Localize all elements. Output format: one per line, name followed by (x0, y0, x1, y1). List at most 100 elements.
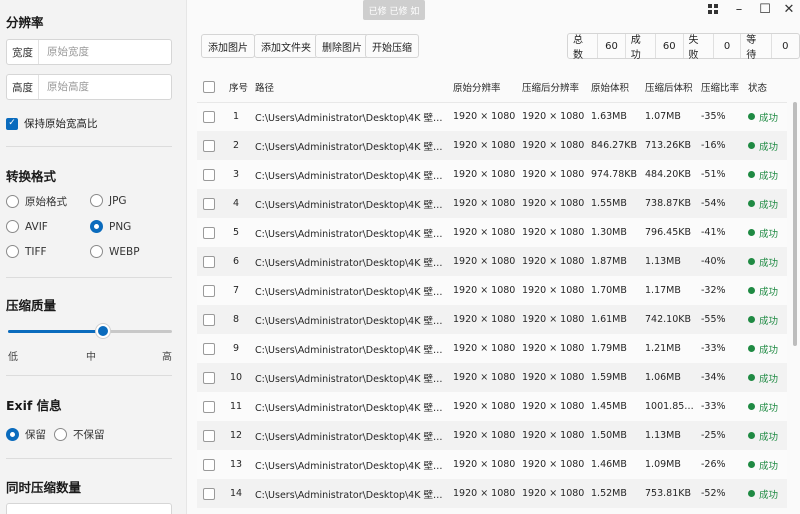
row-checkbox[interactable] (197, 160, 223, 189)
table-row[interactable]: 12C:\Users\Administrator\Desktop\4K 壁纸图片… (197, 421, 787, 450)
row-ratio: -33% (695, 392, 742, 421)
row-orig-res: 1920 × 1080 (447, 276, 516, 305)
header-status[interactable]: 状态 (742, 72, 787, 103)
row-checkbox[interactable] (197, 189, 223, 218)
exif-radio-discard[interactable]: 不保留 (54, 427, 105, 442)
quality-slider[interactable] (8, 324, 172, 338)
stat-total-label: 总数 (568, 34, 599, 61)
stat-total-value: 60 (598, 34, 626, 58)
quality-tick-mid: 中 (86, 352, 96, 363)
row-checkbox[interactable] (197, 305, 223, 334)
row-checkbox[interactable] (197, 102, 223, 131)
table-row[interactable]: 9C:\Users\Administrator\Desktop\4K 壁纸图片 … (197, 334, 787, 363)
grid-menu-icon[interactable] (701, 0, 725, 18)
row-ratio: -34% (695, 363, 742, 392)
row-path: C:\Users\Administrator\Desktop\4K 壁纸图片 1… (249, 363, 447, 392)
checkbox-icon (203, 429, 215, 442)
table-scrollbar[interactable] (793, 102, 797, 346)
row-checkbox[interactable] (197, 218, 223, 247)
row-checkbox[interactable] (197, 131, 223, 160)
status-text: 成功 (759, 489, 779, 501)
row-orig-size: 1.63MB (585, 102, 639, 131)
add-folder-button[interactable]: 添加文件夹 (254, 34, 318, 58)
close-icon[interactable]: ✕ (777, 0, 800, 18)
row-new-size: 1001.85KB (639, 392, 695, 421)
checkbox-icon (203, 80, 215, 93)
format-radio-png[interactable]: PNG (90, 220, 131, 233)
row-ratio: -55% (695, 305, 742, 334)
checkbox-icon (203, 400, 215, 413)
row-new-res: 1920 × 1080 (516, 218, 585, 247)
row-path: C:\Users\Administrator\Desktop\4K 壁纸图片 1… (249, 305, 447, 334)
header-orig-size[interactable]: 原始体积 (585, 72, 639, 103)
maximize-icon[interactable]: ☐ (753, 0, 777, 18)
height-field[interactable]: 高度 (6, 74, 172, 100)
table-row[interactable]: 14C:\Users\Administrator\Desktop\4K 壁纸图片… (197, 479, 787, 508)
add-image-button[interactable]: 添加图片 (201, 34, 255, 58)
table-row[interactable]: 4C:\Users\Administrator\Desktop\4K 壁纸图片 … (197, 189, 787, 218)
checkbox-icon (203, 487, 215, 500)
header-new-res[interactable]: 压缩后分辨率 (516, 72, 585, 103)
header-new-size[interactable]: 压缩后体积 (639, 72, 695, 103)
row-checkbox[interactable] (197, 247, 223, 276)
table-row[interactable]: 6C:\Users\Administrator\Desktop\4K 壁纸图片 … (197, 247, 787, 276)
row-new-size: 484.20KB (639, 160, 695, 189)
table-row[interactable]: 2C:\Users\Administrator\Desktop\4K 壁纸图片 … (197, 131, 787, 160)
row-checkbox[interactable] (197, 334, 223, 363)
checkbox-icon (203, 197, 215, 210)
row-status: 成功 (742, 160, 787, 189)
radio-dot (90, 194, 103, 207)
row-new-res: 1920 × 1080 (516, 421, 585, 450)
header-orig-res[interactable]: 原始分辨率 (447, 72, 516, 103)
row-checkbox[interactable] (197, 276, 223, 305)
table-row[interactable]: 3C:\Users\Administrator\Desktop\4K 壁纸图片 … (197, 160, 787, 189)
row-new-size: 713.26KB (639, 131, 695, 160)
table-row[interactable]: 5C:\Users\Administrator\Desktop\4K 壁纸图片 … (197, 218, 787, 247)
table-row[interactable]: 11C:\Users\Administrator\Desktop\4K 壁纸图片… (197, 392, 787, 421)
width-field[interactable]: 宽度 (6, 39, 172, 65)
row-checkbox[interactable] (197, 363, 223, 392)
format-radio-jpg[interactable]: JPG (90, 194, 127, 207)
start-compress-button[interactable]: 开始压缩 (365, 34, 419, 58)
row-checkbox[interactable] (197, 479, 223, 508)
status-badge: 成功 (748, 226, 787, 240)
format-radio-original[interactable]: 原始格式 (6, 194, 67, 209)
row-checkbox[interactable] (197, 421, 223, 450)
table-row[interactable]: 10C:\Users\Administrator\Desktop\4K 壁纸图片… (197, 363, 787, 392)
table-row[interactable]: 7C:\Users\Administrator\Desktop\4K 壁纸图片 … (197, 276, 787, 305)
row-path: C:\Users\Administrator\Desktop\4K 壁纸图片 1… (249, 334, 447, 363)
minimize-icon[interactable]: – (727, 0, 751, 18)
table-row[interactable]: 8C:\Users\Administrator\Desktop\4K 壁纸图片 … (197, 305, 787, 334)
keep-ratio-checkbox[interactable]: ✓ 保持原始宽高比 (6, 116, 98, 131)
row-orig-res: 1920 × 1080 (447, 160, 516, 189)
table-row[interactable]: 1C:\Users\Administrator\Desktop\4K 壁纸图片 … (197, 102, 787, 131)
header-ratio[interactable]: 压缩比率 (695, 72, 742, 103)
row-status: 成功 (742, 479, 787, 508)
select-all-checkbox[interactable] (197, 72, 223, 103)
concurrent-select[interactable] (6, 503, 172, 514)
status-dot-icon (748, 432, 755, 439)
header-index[interactable]: 序号 (223, 72, 249, 103)
format-radio-webp[interactable]: WEBP (90, 245, 140, 258)
quality-slider-thumb[interactable] (96, 324, 111, 338)
height-input[interactable] (39, 81, 159, 93)
delete-image-button[interactable]: 删除图片 (315, 34, 369, 58)
radio-dot (54, 428, 67, 441)
width-input[interactable] (39, 46, 159, 58)
status-text: 成功 (759, 170, 779, 182)
row-checkbox[interactable] (197, 450, 223, 479)
exif-radio-keep[interactable]: 保留 (6, 427, 46, 442)
format-label: TIFF (25, 245, 47, 258)
row-new-size: 1.13MB (639, 421, 695, 450)
checkbox-icon (203, 371, 215, 384)
header-path[interactable]: 路径 (249, 72, 447, 103)
exif-title: Exif 信息 (6, 398, 62, 413)
row-index: 12 (223, 421, 249, 450)
row-path: C:\Users\Administrator\Desktop\4K 壁纸图片 1… (249, 450, 447, 479)
table-row[interactable]: 13C:\Users\Administrator\Desktop\4K 壁纸图片… (197, 450, 787, 479)
status-badge: 成功 (748, 400, 787, 414)
row-checkbox[interactable] (197, 392, 223, 421)
format-radio-avif[interactable]: AVIF (6, 220, 48, 233)
row-orig-res: 1920 × 1080 (447, 450, 516, 479)
format-radio-tiff[interactable]: TIFF (6, 245, 47, 258)
